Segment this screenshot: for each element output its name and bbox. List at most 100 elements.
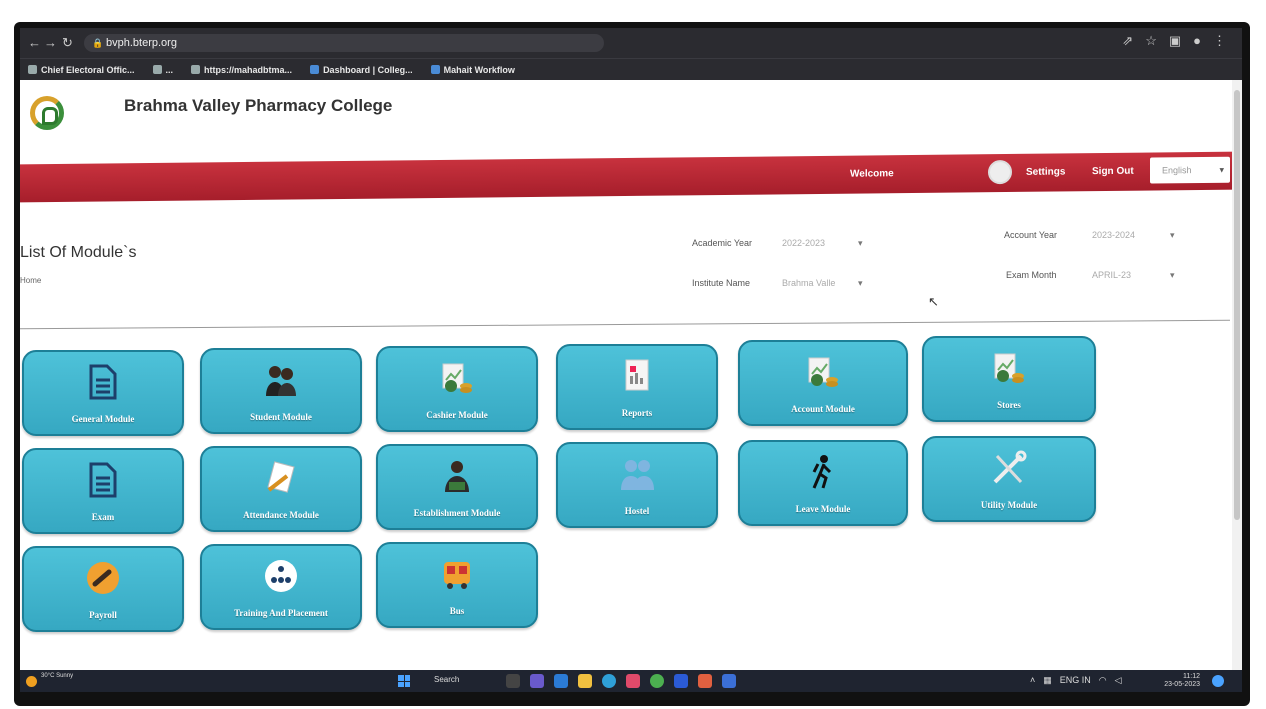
screen: ← → ↻ 🔒 bvph.bterp.org ⇗ ☆ ▣ ● ⋮ Chief E… [20, 28, 1242, 692]
star-icon[interactable]: ☆ [1145, 33, 1157, 49]
module-label: Student Module [250, 412, 312, 422]
weather-sun-icon[interactable] [26, 676, 37, 687]
breadcrumb[interactable]: Home [20, 276, 41, 285]
module-stores[interactable]: Stores [922, 336, 1096, 422]
notification-icon[interactable] [1212, 675, 1224, 687]
module-label: General Module [71, 414, 135, 424]
back-icon[interactable]: ← [28, 35, 41, 50]
chrome-icon[interactable] [650, 674, 664, 688]
taskbar-search[interactable]: Search [434, 675, 459, 684]
module-student[interactable]: Student Module [200, 348, 362, 434]
bookmark-icon [28, 65, 37, 74]
module-leave[interactable]: Leave Module [738, 440, 908, 526]
mouse-cursor-icon: ↖ [928, 294, 939, 309]
module-training-placement[interactable]: Training And Placement [200, 544, 362, 630]
bookmark-item[interactable]: Dashboard | Colleg... [310, 65, 413, 75]
module-label: Account Module [791, 404, 855, 414]
weather-widget[interactable]: 30°C Sunny [41, 673, 73, 680]
account-year-label: Account Year [1004, 230, 1058, 240]
forward-icon[interactable]: → [44, 35, 57, 50]
bookmark-item[interactable]: ... [152, 65, 173, 75]
chevron-down-icon[interactable]: ▾ [1170, 270, 1175, 281]
module-label: Payroll [89, 610, 117, 620]
page-title: List Of Module`s [20, 244, 137, 261]
academic-year-select[interactable]: 2022-2023 [782, 238, 825, 248]
language-indicator[interactable]: ENG IN [1060, 675, 1091, 686]
tools-icon [991, 448, 1027, 488]
document-icon [85, 460, 121, 500]
word-icon[interactable] [674, 674, 688, 688]
module-establishment[interactable]: Establishment Module [376, 444, 538, 530]
tray-app-icon[interactable]: ▦ [1043, 675, 1052, 686]
bookmark-item[interactable]: Chief Electoral Offic... [28, 65, 135, 75]
module-payroll[interactable]: Payroll [22, 546, 184, 632]
task-view-icon[interactable] [506, 674, 520, 688]
sidebar-icon[interactable]: ▣ [1169, 33, 1181, 49]
module-hostel[interactable]: Hostel [556, 442, 718, 528]
exam-month-select[interactable]: APRIL-23 [1092, 270, 1131, 280]
language-select[interactable]: English ▾ [1150, 156, 1230, 184]
institute-name-select[interactable]: Brahma Valle [782, 278, 835, 288]
start-icon[interactable] [398, 675, 410, 687]
avatar[interactable] [988, 159, 1012, 185]
module-utility[interactable]: Utility Module [922, 436, 1096, 522]
store-icon[interactable] [626, 674, 640, 688]
app-icon[interactable] [698, 674, 712, 688]
cashier-icon [439, 358, 475, 398]
scrollbar-thumb[interactable] [1234, 90, 1240, 520]
module-label: Bus [449, 606, 465, 616]
chevron-up-icon[interactable]: ˄ [1030, 675, 1035, 686]
welcome-text: Welcome [850, 168, 894, 180]
module-attendance[interactable]: Attendance Module [200, 446, 362, 532]
module-label: Stores [997, 400, 1021, 410]
students-icon [263, 360, 299, 400]
bookmark-icon [310, 65, 320, 74]
reload-icon[interactable]: ↻ [62, 35, 73, 51]
account-year-select[interactable]: 2023-2024 [1092, 230, 1135, 240]
chevron-down-icon[interactable]: ▾ [1170, 230, 1175, 241]
page: Brahma Valley Pharmacy College Welcome S… [20, 80, 1236, 670]
bookmark-icon [191, 65, 201, 74]
file-explorer-icon[interactable] [578, 674, 592, 688]
module-general[interactable]: General Module [22, 350, 184, 436]
document-icon [85, 362, 121, 402]
module-account[interactable]: Account Module [738, 340, 908, 426]
module-reports[interactable]: Reports [556, 344, 718, 430]
module-label: Training And Placement [234, 608, 328, 618]
app-icon[interactable] [722, 674, 736, 688]
wifi-icon[interactable]: ◠ [1099, 675, 1107, 686]
module-label: Establishment Module [413, 508, 501, 518]
module-label: Leave Module [795, 504, 851, 514]
module-exam[interactable]: Exam [22, 448, 184, 534]
bookmark-item[interactable]: Mahait Workflow [430, 65, 515, 75]
bookmark-icon [152, 65, 162, 74]
widgets-icon[interactable] [554, 674, 568, 688]
stores-icon [991, 348, 1027, 388]
address-bar[interactable]: 🔒 bvph.bterp.org [84, 34, 604, 52]
chevron-down-icon[interactable]: ▾ [858, 238, 863, 249]
clock[interactable]: 11:12 23-05-2023 [1164, 673, 1200, 689]
training-icon [263, 556, 299, 596]
edge-icon[interactable] [602, 674, 616, 688]
chevron-down-icon[interactable]: ▾ [858, 278, 863, 289]
volume-icon[interactable]: ◁ [1115, 675, 1122, 686]
profile-icon[interactable]: ● [1193, 33, 1201, 49]
chat-icon[interactable] [530, 674, 544, 688]
module-label: Utility Module [980, 500, 1038, 510]
top-nav-bar: Welcome Settings Sign Out English ▾ [20, 151, 1236, 203]
attendance-icon [263, 458, 299, 498]
chevron-down-icon: ▾ [1219, 164, 1224, 175]
institute-name-label: Institute Name [692, 278, 751, 288]
bookmark-item[interactable]: https://mahadbtma... [191, 65, 292, 75]
academic-year-label: Academic Year [692, 238, 753, 248]
share-icon[interactable]: ⇗ [1122, 33, 1133, 49]
page-scrollbar[interactable] [1232, 80, 1242, 670]
settings-link[interactable]: Settings [1026, 166, 1065, 177]
module-cashier[interactable]: Cashier Module [376, 346, 538, 432]
sign-out-link[interactable]: Sign Out [1092, 166, 1134, 177]
module-bus[interactable]: Bus [376, 542, 538, 628]
menu-icon[interactable]: ⋮ [1213, 33, 1226, 49]
payroll-icon [85, 558, 121, 598]
module-label: Cashier Module [426, 410, 488, 420]
module-label: Reports [621, 408, 653, 418]
